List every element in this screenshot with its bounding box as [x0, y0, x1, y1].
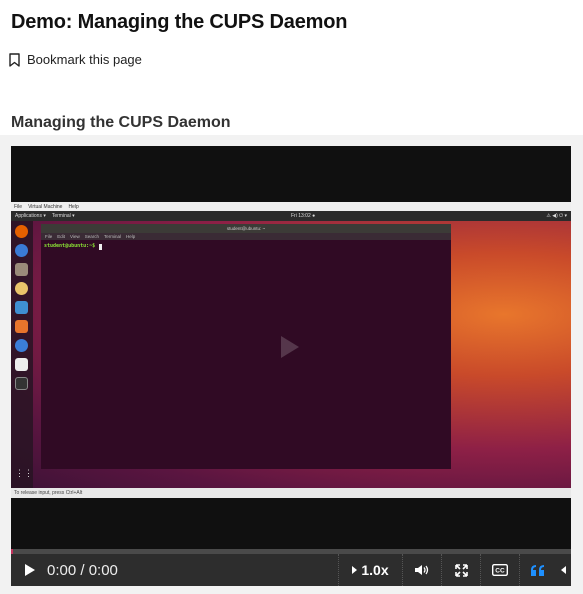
software-icon	[15, 320, 28, 333]
terminal-window: student@ubuntu: ~ File Edit View Search …	[41, 224, 451, 469]
vm-menubar: File Virtual Machine Help	[11, 202, 571, 211]
help-icon	[15, 339, 28, 352]
vm-clock: Fri 13:02 ●	[291, 213, 316, 219]
play-button[interactable]	[19, 554, 39, 586]
svg-text:CC: CC	[495, 568, 505, 575]
volume-button[interactable]	[402, 554, 441, 586]
app-grid-icon: ⋮⋮	[15, 468, 33, 478]
vm-menu-file: File	[14, 203, 23, 210]
terminal-menu: File Edit View Search Terminal Help	[41, 233, 451, 240]
bookmark-button[interactable]: Bookmark this page	[9, 52, 142, 67]
vm-dock: ⋮⋮	[11, 221, 33, 488]
amazon-icon	[15, 358, 28, 371]
terminal-menu-edit: Edit	[57, 234, 66, 239]
bookmark-label: Bookmark this page	[27, 52, 142, 67]
vm-tray-icons: ⚠ ◀) ⏻ ▾	[546, 213, 567, 219]
fullscreen-button[interactable]	[441, 554, 480, 586]
play-icon	[24, 564, 35, 576]
terminal-menu-search: Search	[84, 234, 99, 239]
transcript-quote-icon	[531, 564, 544, 576]
files-icon	[15, 263, 28, 276]
thunderbird-icon	[15, 244, 28, 257]
terminal-icon	[15, 377, 28, 390]
volume-icon	[414, 565, 428, 575]
terminal-prompt: student@ubuntu:~$	[44, 243, 96, 249]
transcript-button[interactable]	[519, 554, 556, 586]
vm-menu-help: Help	[68, 203, 79, 210]
speed-label: 1.0x	[361, 562, 389, 578]
player-controls: 0:00 / 0:00 1.0x CC	[11, 554, 571, 586]
page-title: Demo: Managing the CUPS Daemon	[11, 11, 348, 33]
rhythmbox-icon	[15, 282, 28, 295]
vm-topbar: Applications ▾ Terminal ▾ Fri 13:02 ● ⚠ …	[11, 211, 571, 221]
terminal-menu-file: File	[45, 234, 53, 239]
time-display: 0:00 / 0:00	[47, 561, 118, 579]
closed-captions-icon: CC	[492, 564, 508, 576]
terminal-cursor	[99, 244, 102, 250]
chevron-left-icon	[561, 566, 566, 574]
speed-button[interactable]: 1.0x	[338, 554, 402, 586]
play-overlay-icon[interactable]	[281, 336, 299, 358]
terminal-menu-terminal: Terminal	[103, 234, 121, 239]
video-player[interactable]: File Virtual Machine Help Applications ▾…	[11, 146, 571, 586]
terminal-menu-help: Help	[126, 234, 136, 239]
terminal-menu-view: View	[70, 234, 80, 239]
speed-caret-icon	[352, 566, 358, 574]
video-container: File Virtual Machine Help Applications ▾…	[0, 135, 583, 594]
vm-terminal-menu: Terminal ▾	[51, 213, 75, 219]
fullscreen-icon	[454, 563, 468, 577]
writer-icon	[15, 301, 28, 314]
terminal-title: student@ubuntu: ~	[41, 224, 451, 233]
vm-applications-menu: Applications ▾	[15, 213, 46, 219]
section-title: Managing the CUPS Daemon	[11, 114, 231, 131]
firefox-icon	[15, 225, 28, 238]
more-controls-button[interactable]	[556, 554, 571, 586]
vm-menu-virtual-machine: Virtual Machine	[28, 203, 63, 210]
vm-status-bar: To release input, press Ctrl+Alt	[11, 488, 571, 498]
bookmark-icon	[9, 52, 20, 67]
closed-captions-button[interactable]: CC	[480, 554, 519, 586]
